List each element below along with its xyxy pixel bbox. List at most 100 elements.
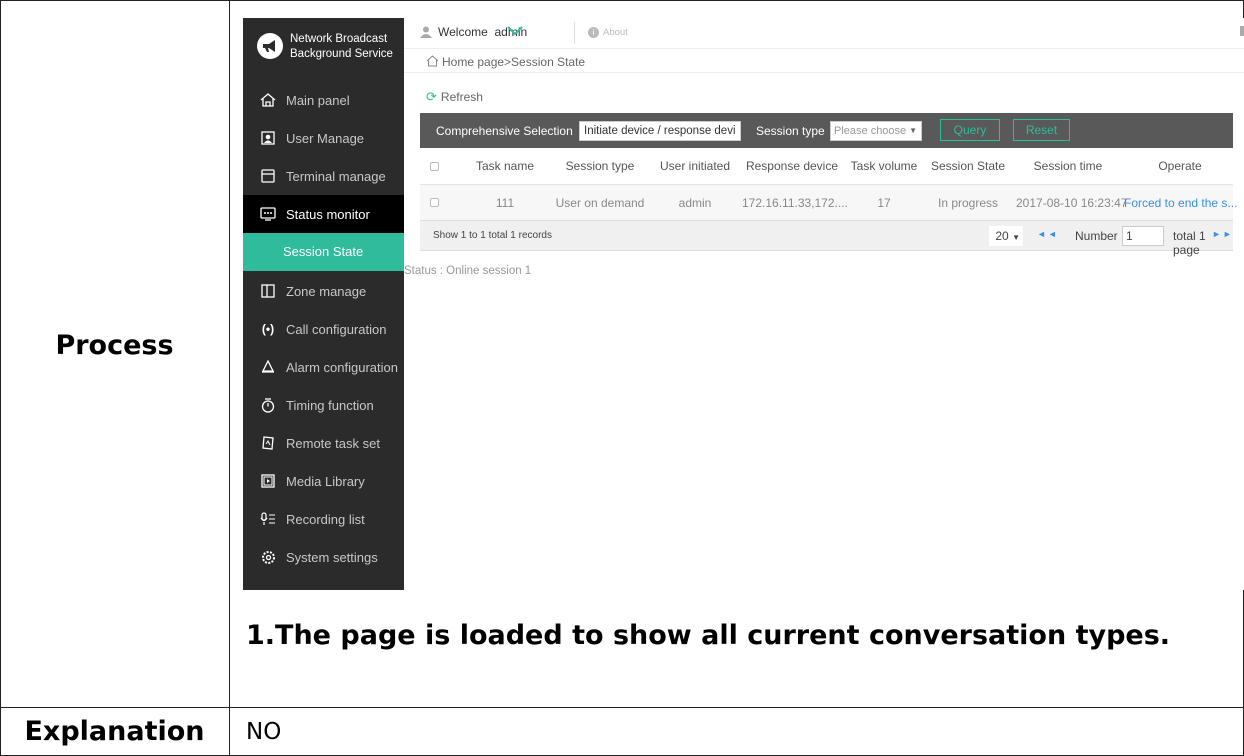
pagination-bar: Show 1 to 1 total 1 records 20 ▼ ◄◄ Numb…	[420, 220, 1234, 257]
response-device-cell: 172.16.11.33,172....	[742, 195, 848, 210]
device-search-input[interactable]: Initiate device / response devi	[579, 121, 741, 141]
top-bar: Welcome admin i About	[404, 18, 1244, 48]
records-info: Show 1 to 1 total 1 records	[433, 230, 552, 241]
media-icon	[260, 473, 276, 489]
column-header[interactable]: Session type	[550, 159, 650, 173]
sidebar-item-label: Media Library	[286, 473, 365, 489]
zone-icon	[260, 283, 276, 299]
home-icon	[260, 92, 276, 108]
user-manage-icon	[260, 130, 276, 146]
brand: Network Broadcast Background Service	[243, 18, 404, 76]
call-icon: (•)	[261, 322, 275, 336]
sidebar-item-zone-manage[interactable]: Zone manage	[243, 272, 404, 310]
sidebar-item-recording-list[interactable]: Recording list	[243, 500, 404, 538]
timer-icon	[260, 397, 276, 413]
terminal-icon	[260, 168, 276, 184]
remote-task-icon	[260, 435, 276, 451]
page-size-select[interactable]: 20 ▼	[989, 226, 1023, 246]
megaphone-icon	[257, 33, 283, 59]
session-time-cell: 2017-08-10 16:23:47	[1016, 195, 1128, 210]
refresh-label: Refresh	[440, 90, 483, 104]
chevron-down-icon: ▼	[909, 126, 917, 135]
explanation-label: Explanation	[24, 716, 205, 747]
select-all-checkbox[interactable]	[430, 161, 439, 171]
sidebar-item-label: Remote task set	[286, 435, 380, 451]
table-row-divider	[0, 707, 1244, 708]
column-header[interactable]: Task name	[470, 159, 540, 173]
force-end-link[interactable]: Forced to end the s...	[1124, 196, 1237, 210]
session-table: Task name Session type User initiated Re…	[420, 148, 1237, 220]
reset-button[interactable]: Reset	[1013, 119, 1070, 141]
first-prev-page-icon[interactable]: ◄◄	[1037, 229, 1059, 239]
info-icon: i	[588, 27, 599, 38]
sidebar-item-media-library[interactable]: Media Library	[243, 462, 404, 500]
alarm-icon	[260, 359, 276, 375]
process-label: Process	[55, 330, 174, 361]
column-header[interactable]: Response device	[742, 159, 842, 173]
sidebar-item-label: Call configuration	[286, 321, 387, 337]
sidebar-item-label: Zone manage	[286, 283, 367, 299]
main-panel: Welcome admin i About Home page>Session …	[404, 18, 1244, 590]
table-row[interactable]: 111 User on demand admin 172.16.11.33,17…	[420, 184, 1237, 220]
next-last-page-icon[interactable]: ►►	[1212, 229, 1234, 239]
task-volume-cell: 17	[877, 195, 891, 210]
sidebar-item-label: User Manage	[286, 130, 365, 146]
status-line: Status : Online session 1	[404, 265, 532, 277]
sidebar-item-system-settings[interactable]: System settings	[243, 538, 404, 576]
sidebar-item-label: Main panel	[286, 92, 350, 108]
column-header[interactable]: User initiated	[650, 159, 740, 173]
sidebar-item-label: Timing function	[286, 397, 374, 413]
brand-line-1: Network Broadcast	[290, 33, 388, 45]
page-number-label: Number	[1075, 229, 1118, 243]
sidebar-item-status-monitor[interactable]: Status monitor	[243, 195, 404, 233]
about-link[interactable]: About	[603, 27, 628, 38]
sidebar-item-session-state[interactable]: Session State	[243, 233, 406, 271]
sidebar-item-label: Alarm configuration	[286, 359, 398, 375]
step-caption: 1.The page is loaded to show all current…	[246, 620, 1171, 651]
breadcrumb-text[interactable]: Home page>Session State	[442, 55, 585, 69]
session-type-cell: User on demand	[555, 195, 645, 210]
column-header[interactable]: Session time	[1016, 159, 1120, 173]
comprehensive-selection-label: Comprehensive Selection	[436, 124, 573, 138]
refresh-button[interactable]: ⟳ Refresh	[426, 89, 483, 105]
pin-icon	[1240, 26, 1244, 36]
sidebar-item-timing-function[interactable]: Timing function	[243, 386, 404, 424]
sidebar-item-label: Terminal manage	[286, 168, 386, 184]
sidebar-item-label: System settings	[286, 549, 378, 565]
settings-icon	[260, 549, 276, 565]
row-checkbox[interactable]	[430, 198, 439, 207]
sidebar: Network Broadcast Background Service Mai…	[243, 18, 406, 590]
refresh-icon: ⟳	[426, 89, 437, 104]
table-header: Task name Session type User initiated Re…	[420, 148, 1233, 184]
session-type-select[interactable]: Please choose ▼	[830, 121, 922, 141]
page-number-input[interactable]: 1	[1122, 226, 1164, 246]
column-header[interactable]: Operate	[1130, 159, 1230, 173]
brand-line-2: Background Service	[290, 48, 393, 60]
divider	[574, 22, 575, 44]
chevron-down-icon[interactable]	[507, 26, 523, 36]
sidebar-item-alarm-configuration[interactable]: Alarm configuration	[243, 348, 404, 386]
sidebar-item-label: Recording list	[286, 511, 365, 527]
sidebar-item-main-panel[interactable]: Main panel	[243, 81, 404, 119]
welcome-label: Welcome	[438, 25, 488, 39]
task-name-cell: 111	[495, 195, 515, 210]
brand-title: Network Broadcast Background Service	[290, 32, 393, 62]
table-column-divider	[229, 0, 230, 756]
monitor-icon	[260, 206, 276, 222]
sidebar-item-user-manage[interactable]: User Manage	[243, 119, 404, 157]
column-header[interactable]: Session State	[926, 159, 1010, 173]
session-type-placeholder: Please choose	[834, 125, 907, 137]
home-icon[interactable]	[426, 55, 439, 67]
chevron-down-icon: ▼	[1012, 233, 1020, 242]
sidebar-item-label: Status monitor	[286, 206, 370, 222]
query-button[interactable]: Query	[940, 119, 1000, 141]
sidebar-item-call-configuration[interactable]: (•) Call configuration	[243, 310, 404, 348]
breadcrumb: Home page>Session State	[404, 48, 1244, 73]
filter-bar: Comprehensive Selection Initiate device …	[420, 113, 1233, 148]
page-size-value: 20	[995, 229, 1009, 243]
column-header[interactable]: Task volume	[844, 159, 924, 173]
sidebar-item-terminal-manage[interactable]: Terminal manage	[243, 157, 404, 195]
user-initiated-cell: admin	[678, 195, 712, 210]
sidebar-item-remote-task-set[interactable]: Remote task set	[243, 424, 404, 462]
user-icon	[420, 26, 432, 38]
